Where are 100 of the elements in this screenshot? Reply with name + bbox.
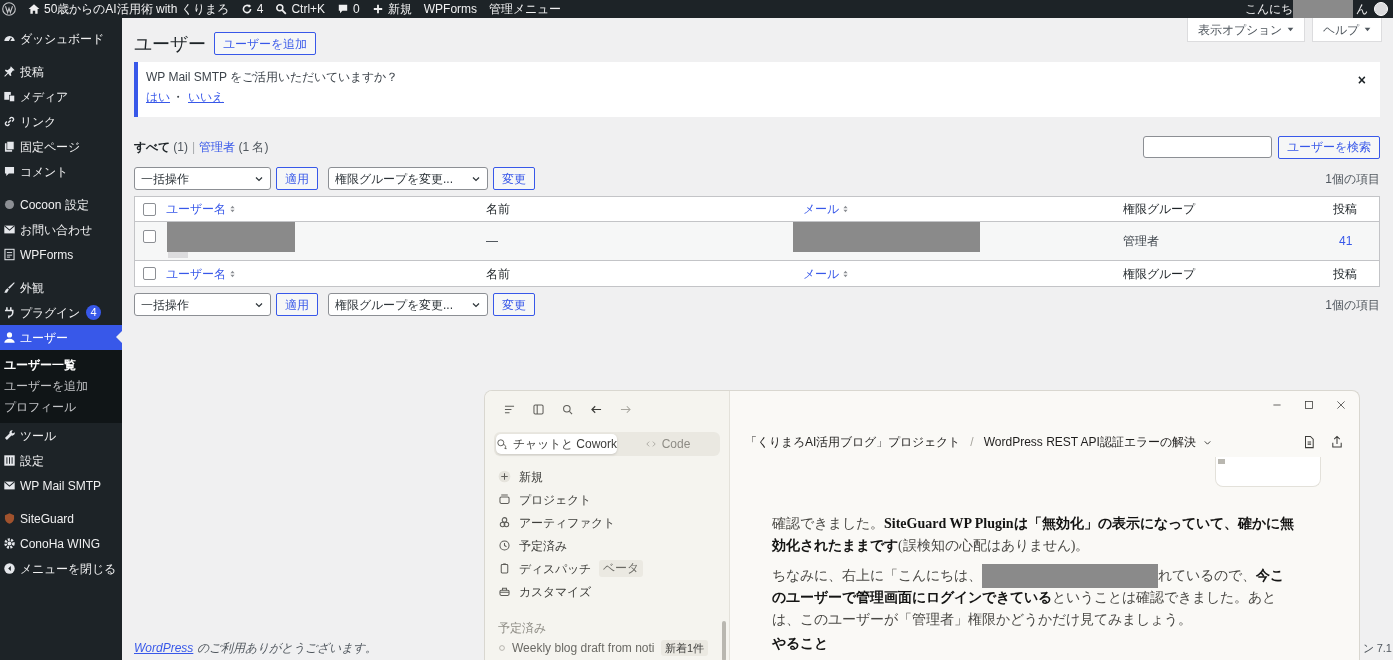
comments-link[interactable]: 0 <box>337 1 360 17</box>
screen-tab[interactable]: 表示オプション <box>1187 18 1305 42</box>
checkbox[interactable] <box>143 202 156 216</box>
search-users-button[interactable]: ユーザーを検索 <box>1278 135 1380 159</box>
no-link[interactable]: いいえ <box>188 88 224 106</box>
filter-separator: | <box>192 139 196 156</box>
message-heading: やること <box>772 635 828 653</box>
sidebar-item[interactable]: 外観 <box>0 275 122 300</box>
toolbar-link[interactable]: WPForms <box>423 1 478 17</box>
form-icon <box>3 248 16 261</box>
nav-item[interactable]: 新規 <box>498 465 716 488</box>
collapse-icon <box>3 562 16 575</box>
arrow-left-icon[interactable] <box>590 403 603 416</box>
apply-button[interactable]: 適用 <box>276 167 318 190</box>
column-header[interactable]: メール <box>803 200 849 218</box>
person-icon <box>3 331 16 344</box>
sidebar-item[interactable]: メディア <box>0 84 122 109</box>
dismiss-button[interactable]: × <box>1357 72 1366 88</box>
beta-badge: ベータ <box>599 560 643 577</box>
checkbox[interactable] <box>143 230 156 243</box>
nav-item[interactable]: 予定済み <box>498 534 716 557</box>
sidebar-item[interactable]: ConoHa WING <box>0 531 122 556</box>
scrollbar-thumb[interactable] <box>722 621 726 660</box>
submenu-item[interactable]: ユーザー一覧 <box>0 355 122 376</box>
sidebar-item[interactable]: ユーザー <box>0 325 122 350</box>
clipboard-icon <box>498 562 511 575</box>
wordpress-logo-icon[interactable] <box>2 2 16 16</box>
apply-button[interactable]: 変更 <box>493 293 535 316</box>
submenu-item[interactable]: プロフィール <box>0 397 122 418</box>
dropdown[interactable]: 権限グループを変更... <box>328 167 488 190</box>
mode-tab[interactable]: チャットと Cowork <box>496 434 617 454</box>
refresh-icon <box>240 3 253 15</box>
new-link[interactable]: 新規 <box>371 1 412 17</box>
apply-button[interactable]: 適用 <box>276 293 318 316</box>
nav-item[interactable]: アーティファクト <box>498 511 716 534</box>
maximize-icon[interactable] <box>1303 399 1315 411</box>
sidebar-item[interactable]: メニューを閉じる <box>0 556 122 581</box>
search-field[interactable] <box>1143 136 1272 158</box>
sidebar-item[interactable]: WP Mail SMTP <box>0 473 122 498</box>
sidebar-item[interactable]: リンク <box>0 109 122 134</box>
site-title-link[interactable]: 50歳からのAI活用術 with くりまろ <box>28 1 229 17</box>
wordpress-link[interactable]: WordPress <box>134 641 194 655</box>
search-icon[interactable] <box>561 403 574 416</box>
sidebar-item[interactable]: ダッシュボード <box>0 26 122 51</box>
filter-link[interactable]: すべて (1) <box>134 138 188 156</box>
plug-icon <box>3 306 16 319</box>
nav-label: カスタマイズ <box>519 583 591 601</box>
count-badge: 4 <box>86 305 101 320</box>
clock-icon <box>498 539 511 552</box>
close-icon[interactable] <box>1335 399 1347 411</box>
toolbar-link[interactable]: 管理メニュー <box>489 1 562 17</box>
sidebar-item[interactable]: Cocoon 設定 <box>0 192 122 217</box>
chat-title-button[interactable]: WordPress REST API認証エラーの解決 <box>983 433 1213 451</box>
yes-link[interactable]: はい <box>146 88 170 106</box>
nav-item[interactable]: カスタマイズ <box>498 580 716 603</box>
message-text: れているので、今こ <box>1158 567 1284 585</box>
nav-item[interactable]: ディスパッチ ベータ <box>498 557 716 580</box>
column-header: 投稿 <box>1333 201 1357 218</box>
post-count-link[interactable]: 41 <box>1333 232 1353 250</box>
column-header[interactable]: ユーザー名 <box>166 200 236 218</box>
nav-item[interactable]: プロジェクト <box>498 488 716 511</box>
screen-tab[interactable]: ヘルプ <box>1312 18 1382 42</box>
sidebar-item[interactable]: 固定ページ <box>0 134 122 159</box>
current-pointer-icon <box>116 331 122 343</box>
dot-icon <box>3 198 16 211</box>
filter-link[interactable]: 管理者 (1 名) <box>199 138 269 156</box>
media-icon <box>3 90 16 103</box>
sidebar-item[interactable]: プラグイン 4 <box>0 300 122 325</box>
document-icon[interactable] <box>1302 435 1316 449</box>
add-user-button[interactable]: ユーザーを追加 <box>214 32 316 55</box>
sidebar-item[interactable]: WPForms <box>0 242 122 267</box>
column-header: 権限グループ <box>1123 265 1195 283</box>
dropdown[interactable]: 権限グループを変更... <box>328 293 488 316</box>
separator-dot: ・ <box>172 89 184 106</box>
dropdown[interactable]: 一括操作 <box>134 167 271 190</box>
avatar[interactable] <box>1374 2 1388 16</box>
dropdown[interactable]: 一括操作 <box>134 293 271 316</box>
page-icon <box>3 140 16 153</box>
apply-button[interactable]: 変更 <box>493 167 535 190</box>
sidebar-item[interactable]: コメント <box>0 159 122 184</box>
sidebar-item[interactable]: お問い合わせ <box>0 217 122 242</box>
share-icon[interactable] <box>1330 435 1344 449</box>
column-header[interactable]: メール <box>803 264 849 283</box>
menu-icon[interactable] <box>503 403 516 416</box>
nav-label: 新規 <box>519 468 543 486</box>
search-link[interactable]: Ctrl+K <box>275 1 326 17</box>
sidebar-item[interactable]: ツール <box>0 423 122 448</box>
project-link[interactable]: 「くりまろAI活用ブログ」プロジェクト <box>745 433 961 451</box>
caret-icon <box>1287 26 1294 33</box>
updates-link[interactable]: 4 <box>240 1 264 17</box>
sidebar-item[interactable]: SiteGuard <box>0 506 122 531</box>
checkbox[interactable] <box>143 267 156 280</box>
sidebar-item[interactable]: 投稿 <box>0 59 122 84</box>
recent-item[interactable]: Weekly blog draft from noti 新着1件 <box>494 637 720 659</box>
column-header[interactable]: ユーザー名 <box>166 264 236 283</box>
toolbox-icon <box>498 585 511 598</box>
submenu-item[interactable]: ユーザーを追加 <box>0 376 122 397</box>
sidebar-item[interactable]: 設定 <box>0 448 122 473</box>
sidebar-icon[interactable] <box>532 403 545 416</box>
sliders-icon <box>3 454 16 467</box>
